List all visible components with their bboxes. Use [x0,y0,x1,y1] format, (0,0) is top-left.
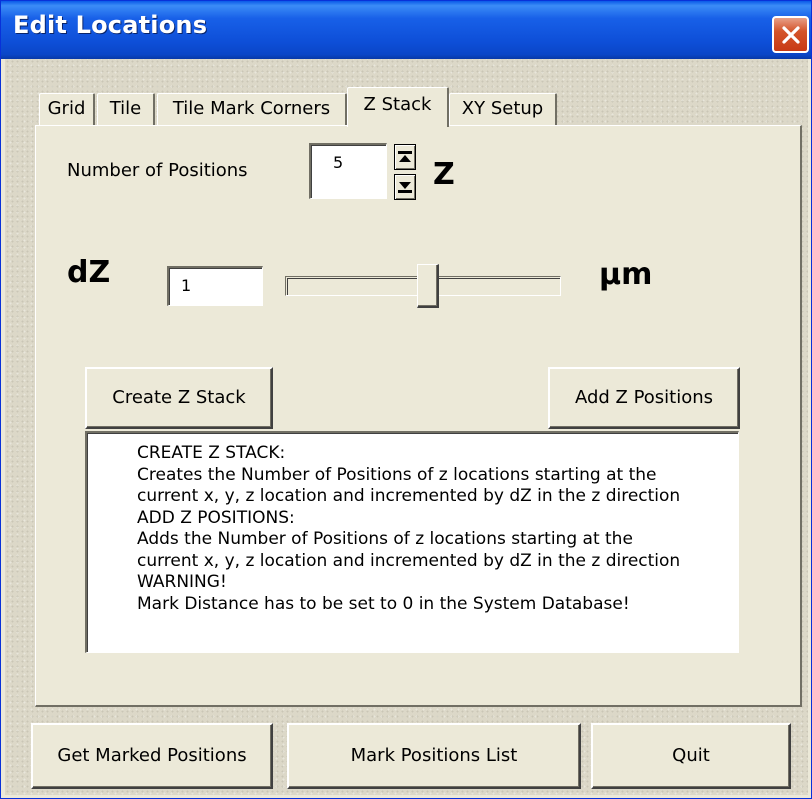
dz-slider-thumb[interactable] [417,264,439,308]
tab-tile-mark-corners-label: Tile Mark Corners [172,98,331,119]
title-bar[interactable]: Edit Locations [1,1,811,59]
description-line: current x, y, z location and incremented… [137,550,681,571]
get-marked-positions-button[interactable]: Get Marked Positions [31,723,273,789]
number-of-positions-input[interactable]: 5 [309,143,387,199]
tab-z-stack[interactable]: Z Stack [347,87,449,127]
description-line: CREATE Z STACK: [137,443,286,463]
description-line: Adds the Number of Positions of z locati… [137,529,633,549]
description-line: Mark Distance has to be set to 0 in the … [137,593,630,614]
quit-label: Quit [672,745,710,766]
spin-down-icon [398,182,412,193]
dz-label: dZ [67,255,111,290]
description-textbox[interactable]: CREATE Z STACK: Creates the Number of Po… [85,431,739,653]
quit-button[interactable]: Quit [591,723,791,789]
edit-locations-window: Edit Locations Grid Tile Tile Mark Corne… [0,0,812,799]
number-of-positions-label: Number of Positions [67,160,248,181]
tab-xy-setup[interactable]: XY Setup [449,93,557,125]
create-z-stack-button[interactable]: Create Z Stack [85,367,273,429]
unit-label: µm [599,257,653,292]
spin-up-icon [398,151,412,162]
close-icon [782,26,800,44]
get-marked-positions-label: Get Marked Positions [57,745,247,766]
create-z-stack-label: Create Z Stack [112,387,246,408]
tab-tile-mark-corners[interactable]: Tile Mark Corners [157,93,347,125]
description-line: WARNING! [137,572,227,592]
add-z-positions-button[interactable]: Add Z Positions [548,367,740,429]
tab-tile[interactable]: Tile [97,93,155,125]
z-label: Z [433,157,455,192]
description-line: Creates the Number of Positions of z loc… [137,464,657,485]
spin-up-button[interactable] [394,144,416,170]
tab-z-stack-label: Z Stack [363,94,432,115]
add-z-positions-label: Add Z Positions [574,387,714,408]
mark-positions-list-label: Mark Positions List [350,745,518,766]
mark-positions-list-button[interactable]: Mark Positions List [287,723,581,789]
spin-down-button[interactable] [394,174,416,200]
tab-xy-setup-label: XY Setup [461,98,544,119]
tab-grid[interactable]: Grid [39,93,95,125]
number-of-positions-value: 5 [333,153,344,172]
window-title: Edit Locations [13,11,208,39]
dz-value: 1 [181,276,192,295]
tab-tile-label: Tile [109,98,142,119]
tab-grid-label: Grid [47,98,86,119]
close-button[interactable] [772,16,809,53]
description-line: ADD Z POSITIONS: [137,507,295,528]
description-line: current x, y, z location and incremented… [137,486,681,506]
dz-input[interactable]: 1 [167,266,263,306]
